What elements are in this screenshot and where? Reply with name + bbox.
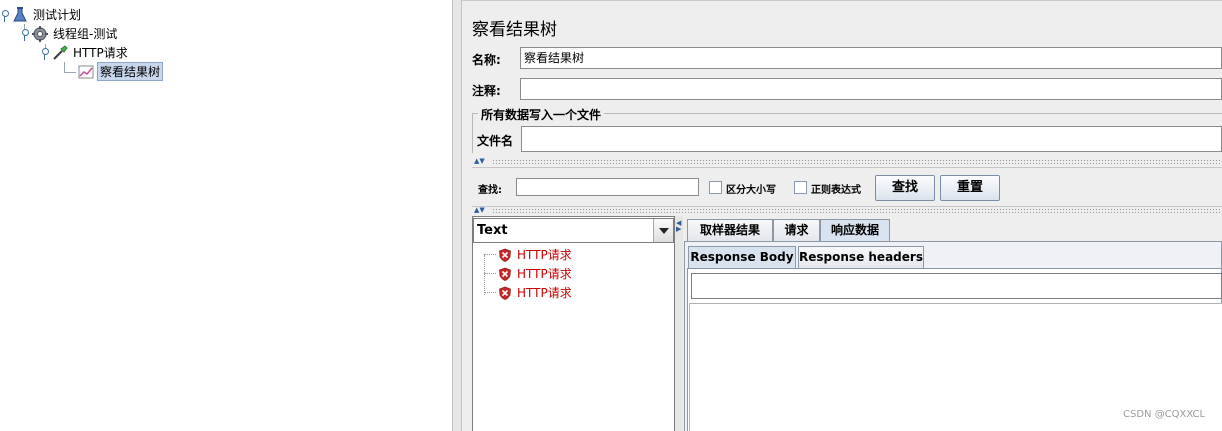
pipette-icon — [52, 44, 68, 61]
filename-input[interactable] — [521, 126, 1222, 152]
tree-label-http-request: HTTP请求 — [73, 46, 128, 60]
filename-label: 文件名 — [477, 134, 514, 148]
detail-split-divider[interactable]: ◀ ▶ — [675, 216, 683, 431]
result-item-label: HTTP请求 — [517, 248, 572, 262]
gear-icon — [32, 25, 48, 42]
regex-checkbox[interactable] — [794, 181, 807, 194]
tree-node-thread-group[interactable]: 线程组-测试 — [20, 24, 119, 43]
case-sensitive-label: 区分大小写 — [726, 185, 776, 196]
jmeter-window: 测试计划 线程组-测试 HTTP请求 察看结果树 察看结果树 名称: 察看结果树… — [0, 0, 1222, 431]
tab-response-headers[interactable]: Response headers — [798, 246, 924, 268]
split-pane-divider[interactable] — [452, 0, 462, 431]
tree-node-http-request[interactable]: HTTP请求 — [40, 43, 130, 62]
chart-icon — [78, 64, 94, 80]
watermark: CSDN @CQXXCL — [1123, 409, 1206, 420]
write-to-file-group-title: 所有数据写入一个文件 — [478, 106, 605, 123]
tab-request[interactable]: 请求 — [773, 219, 820, 241]
case-sensitive-checkbox[interactable] — [709, 181, 722, 194]
result-tree-panel: 察看结果树 名称: 察看结果树 注释: 所有数据写入一个文件 文件名 ▲▼ 查找… — [462, 0, 1222, 431]
renderer-select-value: Text — [477, 223, 508, 238]
result-item[interactable]: HTTP请求 — [484, 245, 572, 264]
collapse-arrows-icon[interactable]: ▲▼ — [474, 158, 485, 165]
test-plan-icon — [12, 6, 28, 23]
error-shield-icon — [499, 286, 511, 300]
response-search-field[interactable] — [691, 273, 1222, 299]
result-item[interactable]: HTTP请求 — [484, 283, 572, 302]
reset-button[interactable]: 重置 — [940, 175, 1000, 201]
collapse-arrows-icon[interactable]: ◀ ▶ — [676, 220, 681, 233]
chevron-down-icon[interactable] — [653, 219, 673, 242]
test-plan-tree: 测试计划 线程组-测试 HTTP请求 察看结果树 — [0, 0, 452, 431]
collapse-arrows-icon[interactable]: ▲▼ — [474, 207, 485, 214]
panel-title: 察看结果树 — [472, 20, 557, 40]
tab-response-body[interactable]: Response Body — [688, 246, 796, 268]
comment-input[interactable] — [520, 78, 1222, 100]
find-button[interactable]: 查找 — [875, 175, 935, 201]
tab-sampler-result[interactable]: 取样器结果 — [687, 219, 773, 241]
tree-expand-handle-icon[interactable] — [0, 8, 10, 22]
tree-expand-handle-icon[interactable] — [40, 46, 50, 60]
tree-node-test-plan[interactable]: 测试计划 — [0, 5, 83, 24]
tree-node-result-tree[interactable]: 察看结果树 — [78, 62, 164, 81]
name-label: 名称: — [472, 53, 501, 67]
error-shield-icon — [499, 267, 511, 281]
result-item-label: HTTP请求 — [517, 267, 572, 281]
name-input[interactable]: 察看结果树 — [520, 47, 1222, 69]
tab-response-data[interactable]: 响应数据 — [820, 219, 890, 241]
search-label: 查找: — [478, 185, 502, 196]
result-item-label: HTTP请求 — [517, 286, 572, 300]
search-input[interactable] — [516, 178, 699, 196]
result-item[interactable]: HTTP请求 — [484, 264, 572, 283]
tree-label-thread-group: 线程组-测试 — [53, 27, 118, 41]
comment-label: 注释: — [472, 84, 501, 98]
error-shield-icon — [499, 248, 511, 262]
regex-label: 正则表达式 — [811, 185, 861, 196]
tree-expand-handle-icon[interactable] — [20, 27, 30, 41]
tree-label-result-tree: 察看结果树 — [97, 62, 164, 81]
renderer-select[interactable]: Text — [473, 218, 674, 243]
splitter-handle[interactable] — [492, 159, 1222, 165]
splitter-handle[interactable] — [492, 208, 1222, 214]
tree-label-test-plan: 测试计划 — [33, 8, 82, 22]
